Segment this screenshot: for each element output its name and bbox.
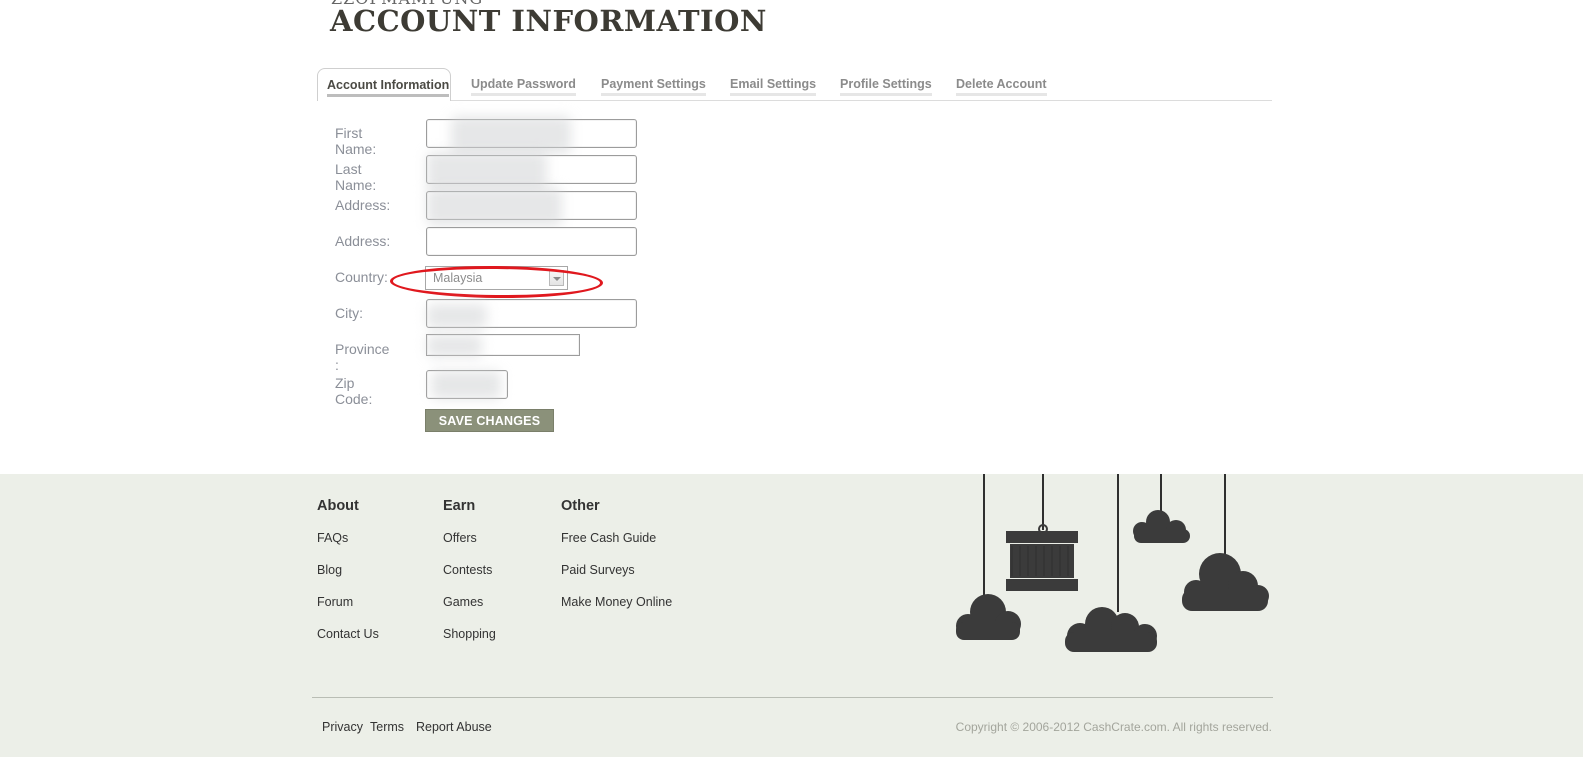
city-label: City:	[335, 305, 363, 321]
footer-link-games[interactable]: Games	[443, 595, 483, 609]
highlight-ellipse	[389, 265, 604, 299]
footer-about: About FAQs Blog Forum Contact Us	[317, 498, 379, 641]
footer-link-forum[interactable]: Forum	[317, 595, 353, 609]
footer-link-contact-us[interactable]: Contact Us	[317, 627, 379, 641]
tab-label: Update Password	[471, 77, 576, 96]
tab-label: Account Information	[327, 78, 450, 97]
tab-label: Delete Account	[956, 77, 1047, 96]
footer-link-privacy[interactable]: Privacy	[322, 720, 363, 734]
footer: About FAQs Blog Forum Contact Us Earn Of…	[0, 474, 1583, 757]
last-name-input[interactable]	[426, 152, 637, 190]
page-title: ACCOUNT INFORMATION	[330, 4, 767, 38]
redaction-blur	[427, 188, 562, 226]
zip-code-input[interactable]	[426, 370, 508, 399]
province-label: Province :	[335, 341, 390, 373]
settings-tabs: Account Information Update Password Paym…	[317, 68, 1272, 101]
footer-link-report-abuse[interactable]: Report Abuse	[416, 720, 492, 734]
address-label: Address:	[335, 197, 391, 213]
footer-heading: About	[317, 498, 359, 514]
footer-link-faqs[interactable]: FAQs	[317, 531, 348, 545]
footer-link-blog[interactable]: Blog	[317, 563, 342, 577]
tab-account-information[interactable]: Account Information	[317, 68, 451, 101]
redaction-blur	[451, 116, 571, 154]
footer-other: Other Free Cash Guide Paid Surveys Make …	[561, 498, 672, 609]
save-changes-button[interactable]: SAVE CHANGES	[425, 409, 554, 432]
footer-link-offers[interactable]: Offers	[443, 531, 477, 545]
city-input[interactable]	[426, 299, 637, 328]
tab-label: Profile Settings	[840, 77, 932, 96]
address-2-input[interactable]	[426, 227, 637, 256]
footer-heading: Other	[561, 498, 600, 514]
last-name-label: Last Name:	[335, 161, 377, 193]
footer-heading: Earn	[443, 498, 476, 514]
province-input[interactable]	[426, 334, 580, 357]
address-input[interactable]	[426, 188, 637, 226]
first-name-label: First Name:	[335, 125, 377, 157]
footer-divider	[312, 697, 1273, 698]
redaction-blur	[427, 304, 487, 328]
redaction-blur	[431, 371, 501, 399]
redaction-blur	[427, 152, 547, 190]
redaction-blur	[427, 335, 482, 357]
hanging-clouds-illustration	[956, 474, 1269, 652]
footer-link-free-cash-guide[interactable]: Free Cash Guide	[561, 531, 656, 545]
footer-link-paid-surveys[interactable]: Paid Surveys	[561, 563, 635, 577]
footer-link-shopping[interactable]: Shopping	[443, 627, 496, 641]
footer-link-terms[interactable]: Terms	[370, 720, 404, 734]
first-name-input[interactable]	[426, 116, 637, 154]
tab-label: Email Settings	[730, 77, 817, 96]
country-label: Country:	[335, 269, 388, 285]
cloud-icon	[956, 594, 1021, 640]
tab-label: Payment Settings	[601, 77, 706, 96]
footer-link-make-money-online[interactable]: Make Money Online	[561, 595, 672, 609]
address-2-label: Address:	[335, 233, 391, 249]
footer-link-contests[interactable]: Contests	[443, 563, 492, 577]
copyright-text: Copyright © 2006-2012 CashCrate.com. All…	[955, 720, 1272, 734]
footer-earn: Earn Offers Contests Games Shopping	[443, 498, 496, 641]
zip-code-label: Zip Code:	[335, 375, 373, 407]
